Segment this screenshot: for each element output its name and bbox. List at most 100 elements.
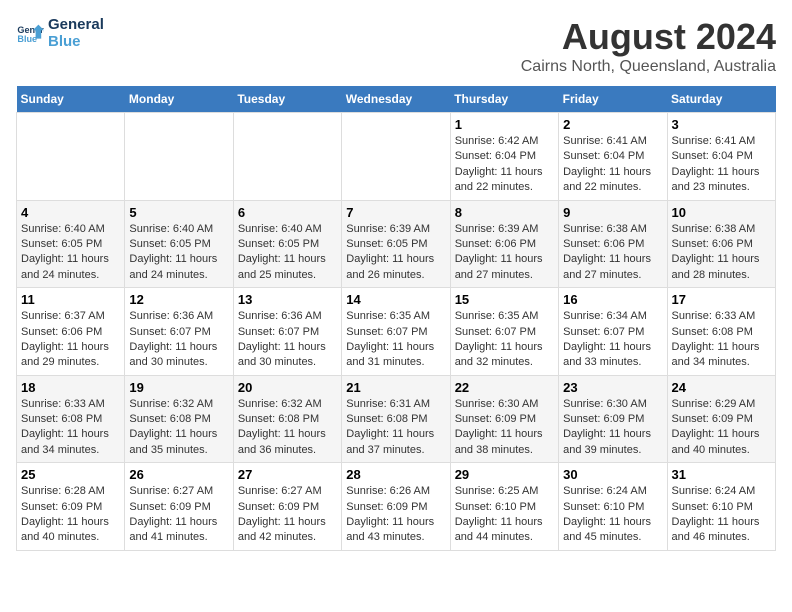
day-number: 5 (129, 205, 228, 220)
day-number: 8 (455, 205, 554, 220)
header: General Blue General Blue August 2024 Ca… (16, 16, 776, 76)
calendar-cell: 27 Sunrise: 6:27 AM Sunset: 6:09 PM Dayli… (233, 463, 341, 551)
day-info: Sunrise: 6:24 AM Sunset: 6:10 PM Dayligh… (563, 484, 662, 546)
day-header-tuesday: Tuesday (233, 86, 341, 113)
day-info: Sunrise: 6:30 AM Sunset: 6:09 PM Dayligh… (563, 397, 662, 459)
calendar-cell (125, 113, 233, 201)
day-number: 31 (672, 467, 771, 482)
day-number: 14 (346, 292, 445, 307)
day-info: Sunrise: 6:36 AM Sunset: 6:07 PM Dayligh… (129, 309, 228, 371)
calendar-cell: 8 Sunrise: 6:39 AM Sunset: 6:06 PM Daylig… (450, 200, 558, 288)
calendar-cell: 21 Sunrise: 6:31 AM Sunset: 6:08 PM Dayli… (342, 375, 450, 463)
calendar-cell (342, 113, 450, 201)
day-number: 26 (129, 467, 228, 482)
day-info: Sunrise: 6:32 AM Sunset: 6:08 PM Dayligh… (129, 397, 228, 459)
day-number: 21 (346, 380, 445, 395)
day-number: 18 (21, 380, 120, 395)
day-info: Sunrise: 6:40 AM Sunset: 6:05 PM Dayligh… (21, 222, 120, 284)
calendar-cell: 10 Sunrise: 6:38 AM Sunset: 6:06 PM Dayli… (667, 200, 775, 288)
day-header-saturday: Saturday (667, 86, 775, 113)
day-info: Sunrise: 6:41 AM Sunset: 6:04 PM Dayligh… (563, 134, 662, 196)
calendar-cell: 26 Sunrise: 6:27 AM Sunset: 6:09 PM Dayli… (125, 463, 233, 551)
day-number: 23 (563, 380, 662, 395)
calendar-cell: 24Sunrise: 6:29 AM Sunset: 6:09 PM Dayli… (667, 375, 775, 463)
day-info: Sunrise: 6:30 AM Sunset: 6:09 PM Dayligh… (455, 397, 554, 459)
day-number: 20 (238, 380, 337, 395)
day-info: Sunrise: 6:27 AM Sunset: 6:09 PM Dayligh… (238, 484, 337, 546)
day-number: 25 (21, 467, 120, 482)
day-number: 13 (238, 292, 337, 307)
calendar-cell: 4 Sunrise: 6:40 AM Sunset: 6:05 PM Daylig… (17, 200, 125, 288)
logo: General Blue General Blue (16, 16, 104, 50)
day-info: Sunrise: 6:36 AM Sunset: 6:07 PM Dayligh… (238, 309, 337, 371)
calendar-cell: 15Sunrise: 6:35 AM Sunset: 6:07 PM Dayli… (450, 288, 558, 376)
calendar-cell (233, 113, 341, 201)
day-number: 9 (563, 205, 662, 220)
day-info: Sunrise: 6:31 AM Sunset: 6:08 PM Dayligh… (346, 397, 445, 459)
calendar-cell: 25 Sunrise: 6:28 AM Sunset: 6:09 PM Dayli… (17, 463, 125, 551)
logo-icon: General Blue (16, 19, 44, 47)
day-number: 4 (21, 205, 120, 220)
day-info: Sunrise: 6:32 AM Sunset: 6:08 PM Dayligh… (238, 397, 337, 459)
calendar-cell: 3 Sunrise: 6:41 AM Sunset: 6:04 PM Daylig… (667, 113, 775, 201)
logo-line1: General (48, 16, 104, 33)
day-header-wednesday: Wednesday (342, 86, 450, 113)
day-info: Sunrise: 6:39 AM Sunset: 6:05 PM Dayligh… (346, 222, 445, 284)
week-row-2: 4 Sunrise: 6:40 AM Sunset: 6:05 PM Daylig… (17, 200, 776, 288)
day-info: Sunrise: 6:25 AM Sunset: 6:10 PM Dayligh… (455, 484, 554, 546)
day-number: 3 (672, 117, 771, 132)
day-info: Sunrise: 6:35 AM Sunset: 6:07 PM Dayligh… (455, 309, 554, 371)
calendar-cell: 13 Sunrise: 6:36 AM Sunset: 6:07 PM Dayli… (233, 288, 341, 376)
main-title: August 2024 (521, 16, 776, 58)
calendar-cell (17, 113, 125, 201)
day-info: Sunrise: 6:34 AM Sunset: 6:07 PM Dayligh… (563, 309, 662, 371)
calendar-cell: 1 Sunrise: 6:42 AM Sunset: 6:04 PM Daylig… (450, 113, 558, 201)
calendar-cell: 20 Sunrise: 6:32 AM Sunset: 6:08 PM Dayli… (233, 375, 341, 463)
day-number: 6 (238, 205, 337, 220)
calendar-cell: 14Sunrise: 6:35 AM Sunset: 6:07 PM Dayli… (342, 288, 450, 376)
day-number: 1 (455, 117, 554, 132)
day-number: 24 (672, 380, 771, 395)
day-info: Sunrise: 6:33 AM Sunset: 6:08 PM Dayligh… (21, 397, 120, 459)
calendar-cell: 2 Sunrise: 6:41 AM Sunset: 6:04 PM Daylig… (559, 113, 667, 201)
day-number: 7 (346, 205, 445, 220)
week-row-4: 18 Sunrise: 6:33 AM Sunset: 6:08 PM Dayli… (17, 375, 776, 463)
day-header-thursday: Thursday (450, 86, 558, 113)
day-number: 2 (563, 117, 662, 132)
day-info: Sunrise: 6:39 AM Sunset: 6:06 PM Dayligh… (455, 222, 554, 284)
week-row-1: 1 Sunrise: 6:42 AM Sunset: 6:04 PM Daylig… (17, 113, 776, 201)
day-info: Sunrise: 6:42 AM Sunset: 6:04 PM Dayligh… (455, 134, 554, 196)
day-number: 27 (238, 467, 337, 482)
day-header-monday: Monday (125, 86, 233, 113)
day-header-sunday: Sunday (17, 86, 125, 113)
calendar-cell: 23 Sunrise: 6:30 AM Sunset: 6:09 PM Dayli… (559, 375, 667, 463)
day-number: 11 (21, 292, 120, 307)
day-info: Sunrise: 6:40 AM Sunset: 6:05 PM Dayligh… (238, 222, 337, 284)
day-info: Sunrise: 6:38 AM Sunset: 6:06 PM Dayligh… (672, 222, 771, 284)
day-info: Sunrise: 6:28 AM Sunset: 6:09 PM Dayligh… (21, 484, 120, 546)
subtitle: Cairns North, Queensland, Australia (521, 58, 776, 76)
calendar-cell: 29Sunrise: 6:25 AM Sunset: 6:10 PM Dayli… (450, 463, 558, 551)
day-number: 12 (129, 292, 228, 307)
calendar-cell: 31Sunrise: 6:24 AM Sunset: 6:10 PM Dayli… (667, 463, 775, 551)
day-number: 17 (672, 292, 771, 307)
calendar-cell: 22 Sunrise: 6:30 AM Sunset: 6:09 PM Dayli… (450, 375, 558, 463)
week-row-3: 11 Sunrise: 6:37 AM Sunset: 6:06 PM Dayli… (17, 288, 776, 376)
day-info: Sunrise: 6:40 AM Sunset: 6:05 PM Dayligh… (129, 222, 228, 284)
calendar-cell: 11 Sunrise: 6:37 AM Sunset: 6:06 PM Dayli… (17, 288, 125, 376)
day-info: Sunrise: 6:38 AM Sunset: 6:06 PM Dayligh… (563, 222, 662, 284)
calendar-table: SundayMondayTuesdayWednesdayThursdayFrid… (16, 86, 776, 551)
day-info: Sunrise: 6:37 AM Sunset: 6:06 PM Dayligh… (21, 309, 120, 371)
logo-line2: Blue (48, 33, 104, 50)
day-number: 16 (563, 292, 662, 307)
day-info: Sunrise: 6:41 AM Sunset: 6:04 PM Dayligh… (672, 134, 771, 196)
calendar-cell: 16 Sunrise: 6:34 AM Sunset: 6:07 PM Dayli… (559, 288, 667, 376)
calendar-cell: 17Sunrise: 6:33 AM Sunset: 6:08 PM Dayli… (667, 288, 775, 376)
day-number: 19 (129, 380, 228, 395)
header-row: SundayMondayTuesdayWednesdayThursdayFrid… (17, 86, 776, 113)
day-info: Sunrise: 6:27 AM Sunset: 6:09 PM Dayligh… (129, 484, 228, 546)
calendar-cell: 5 Sunrise: 6:40 AM Sunset: 6:05 PM Daylig… (125, 200, 233, 288)
day-number: 10 (672, 205, 771, 220)
day-number: 22 (455, 380, 554, 395)
day-number: 28 (346, 467, 445, 482)
